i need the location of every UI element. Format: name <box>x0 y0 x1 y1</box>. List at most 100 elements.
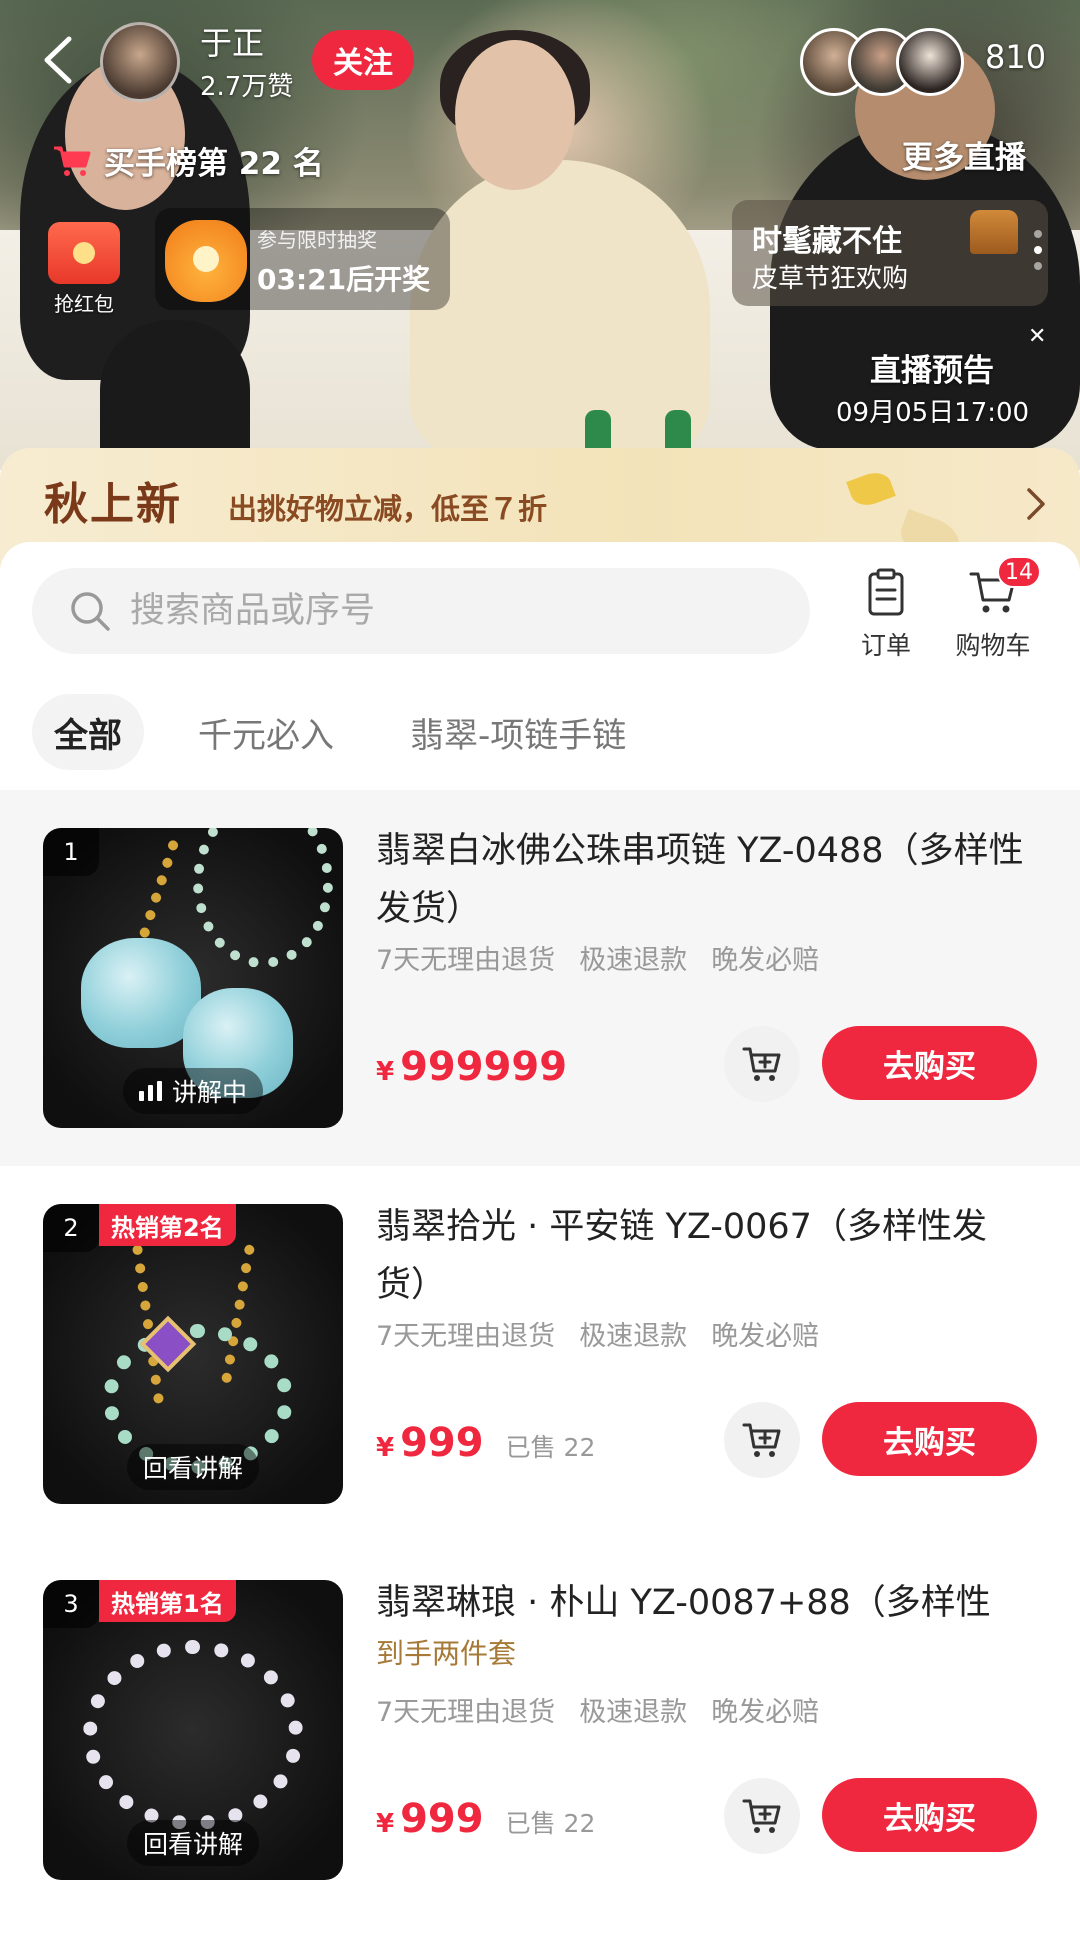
product-subtitle: 到手两件套 <box>376 1637 517 1670</box>
service-tag: 晚发必赔 <box>711 1697 820 1728</box>
service-tag: 7天无理由退货 <box>376 945 556 976</box>
price-value: 999 <box>400 1796 484 1842</box>
add-to-cart-button[interactable] <box>724 1026 800 1102</box>
product-title[interactable]: 翡翠琳琅 · 朴山 YZ-0087+88（多样性 <box>376 1574 1036 1632</box>
currency-symbol: ¥ <box>376 1057 395 1087</box>
caption-label: 讲解中 <box>171 1078 248 1107</box>
search-input[interactable] <box>130 591 730 631</box>
service-tag: 晚发必赔 <box>711 945 820 976</box>
category-tabs: 全部 千元必入 翡翠-项链手链 <box>32 694 648 770</box>
lottery-countdown: 03:21后开奖 <box>257 263 431 296</box>
product-price: ¥ 999 已售 22 <box>376 1796 595 1842</box>
red-packet-button[interactable]: 抢红包 <box>48 222 120 316</box>
video-person-host-head <box>455 40 575 190</box>
cart-button[interactable]: 14 购物车 <box>943 556 1043 662</box>
live-preview-time: 09月05日17:00 <box>836 398 1030 428</box>
service-tag: 晚发必赔 <box>711 1321 820 1352</box>
live-preview-title[interactable]: 直播预告 <box>870 345 994 390</box>
banner-subtitle: 出挑好物立减，低至７折 <box>228 492 548 526</box>
live-explaining-badge: 讲解中 <box>122 1068 264 1114</box>
lottery-widget[interactable]: 参与限时抽奖 03:21后开奖 <box>155 208 450 310</box>
back-button[interactable] <box>34 30 82 90</box>
host-avatar[interactable] <box>100 22 180 102</box>
buy-button[interactable]: 去购买 <box>822 1402 1037 1476</box>
close-icon[interactable]: ✕ <box>1028 324 1046 349</box>
service-tag: 极速退款 <box>579 1697 688 1728</box>
more-live-link[interactable]: 更多直播 <box>902 132 1026 177</box>
sold-count: 已售 22 <box>505 1433 596 1462</box>
hot-sale-badge: 热销第2名 <box>99 1204 236 1246</box>
add-cart-icon <box>742 1423 781 1457</box>
price-value: 999 <box>400 1420 484 1466</box>
host-name[interactable]: 于正 <box>200 18 264 64</box>
price-value: 999999 <box>400 1044 568 1090</box>
service-tags: 7天无理由退货 极速退款 晚发必赔 <box>376 1314 819 1353</box>
orders-button[interactable]: 订单 <box>836 566 936 662</box>
add-to-cart-button[interactable] <box>724 1402 800 1478</box>
sold-count: 已售 22 <box>505 1809 596 1838</box>
add-to-cart-button[interactable] <box>724 1778 800 1854</box>
carousel-dots <box>1034 230 1042 270</box>
product-title[interactable]: 翡翠白冰佛公珠串项链 YZ-0488（多样性发货） <box>376 822 1036 938</box>
product-image[interactable]: 1 讲解中 <box>43 828 343 1128</box>
tab-jade-necklace-bracelet[interactable]: 翡翠-项链手链 <box>388 694 648 770</box>
hot-sale-badge: 热销第1名 <box>99 1580 236 1622</box>
buyer-rank-badge[interactable]: 买手榜第 22 名 <box>52 138 324 183</box>
product-image[interactable]: 2 热销第2名 回看讲解 <box>43 1204 343 1504</box>
viewer-avatars[interactable] <box>800 28 970 98</box>
promo-card[interactable]: 时髦藏不住 皮草节狂欢购 <box>732 200 1048 306</box>
add-cart-icon <box>742 1047 781 1081</box>
product-index: 3 <box>43 1580 99 1628</box>
chevron-left-icon <box>44 36 72 84</box>
lucky-bag-icon <box>165 220 247 302</box>
service-tag: 极速退款 <box>579 945 688 976</box>
service-tags: 7天无理由退货 极速退款 晚发必赔 <box>376 1690 819 1729</box>
product-item[interactable]: 3 热销第1名 回看讲解 翡翠琳琅 · 朴山 YZ-0087+88（多样性 到手… <box>0 1542 1080 1918</box>
service-tag: 7天无理由退货 <box>376 1697 556 1728</box>
viewer-count[interactable]: 810 <box>985 38 1046 76</box>
audio-bars-icon <box>138 1081 162 1101</box>
replay-badge: 回看讲解 <box>126 1820 260 1866</box>
rank-label: 买手榜第 22 名 <box>104 146 324 182</box>
replay-badge: 回看讲解 <box>126 1444 260 1490</box>
avatar <box>896 28 964 96</box>
cart-label: 购物车 <box>955 631 1031 660</box>
product-image[interactable]: 3 热销第1名 回看讲解 <box>43 1580 343 1880</box>
product-price: ¥ 999999 <box>376 1044 567 1090</box>
buy-button[interactable]: 去购买 <box>822 1778 1037 1852</box>
tab-thousand-must-buy[interactable]: 千元必入 <box>176 694 356 770</box>
currency-symbol: ¥ <box>376 1809 395 1839</box>
promo-subtitle: 皮草节狂欢购 <box>752 264 909 294</box>
product-item[interactable]: 1 讲解中 翡翠白冰佛公珠串项链 YZ-0488（多样性发货） 7天无理由退货 … <box>0 790 1080 1166</box>
service-tag: 极速退款 <box>579 1321 688 1352</box>
jade-bracelet <box>83 1640 303 1830</box>
tab-all[interactable]: 全部 <box>32 694 144 770</box>
cart-count-badge: 14 <box>997 556 1041 588</box>
currency-symbol: ¥ <box>376 1433 395 1463</box>
add-cart-icon <box>742 1799 781 1833</box>
clipboard-icon <box>868 568 904 616</box>
jacket-icon <box>970 210 1018 254</box>
search-icon <box>71 592 110 631</box>
lottery-title: 参与限时抽奖 <box>257 228 377 252</box>
service-tag: 7天无理由退货 <box>376 1321 556 1352</box>
red-packet-label: 抢红包 <box>54 292 114 316</box>
caption-label: 回看讲解 <box>142 1830 244 1859</box>
caption-label: 回看讲解 <box>142 1454 244 1483</box>
follow-button[interactable]: 关注 <box>312 30 414 90</box>
promo-title: 时髦藏不住 <box>752 224 902 259</box>
product-title[interactable]: 翡翠拾光 · 平安链 YZ-0067（多样性发货） <box>376 1198 1036 1314</box>
search-bar[interactable] <box>32 568 810 654</box>
product-price: ¥ 999 已售 22 <box>376 1420 595 1466</box>
product-item[interactable]: 2 热销第2名 回看讲解 翡翠拾光 · 平安链 YZ-0067（多样性发货） 7… <box>0 1166 1080 1542</box>
service-tags: 7天无理由退货 极速退款 晚发必赔 <box>376 938 819 977</box>
buy-button[interactable]: 去购买 <box>822 1026 1037 1100</box>
orders-label: 订单 <box>860 631 911 660</box>
product-index: 1 <box>43 828 99 876</box>
product-index: 2 <box>43 1204 99 1252</box>
chevron-right-icon <box>1027 488 1045 520</box>
red-packet-icon <box>48 222 120 284</box>
shopping-cart-icon <box>54 146 91 176</box>
host-likes: 2.7万赞 <box>200 72 294 102</box>
leaf-decoration <box>846 467 896 511</box>
